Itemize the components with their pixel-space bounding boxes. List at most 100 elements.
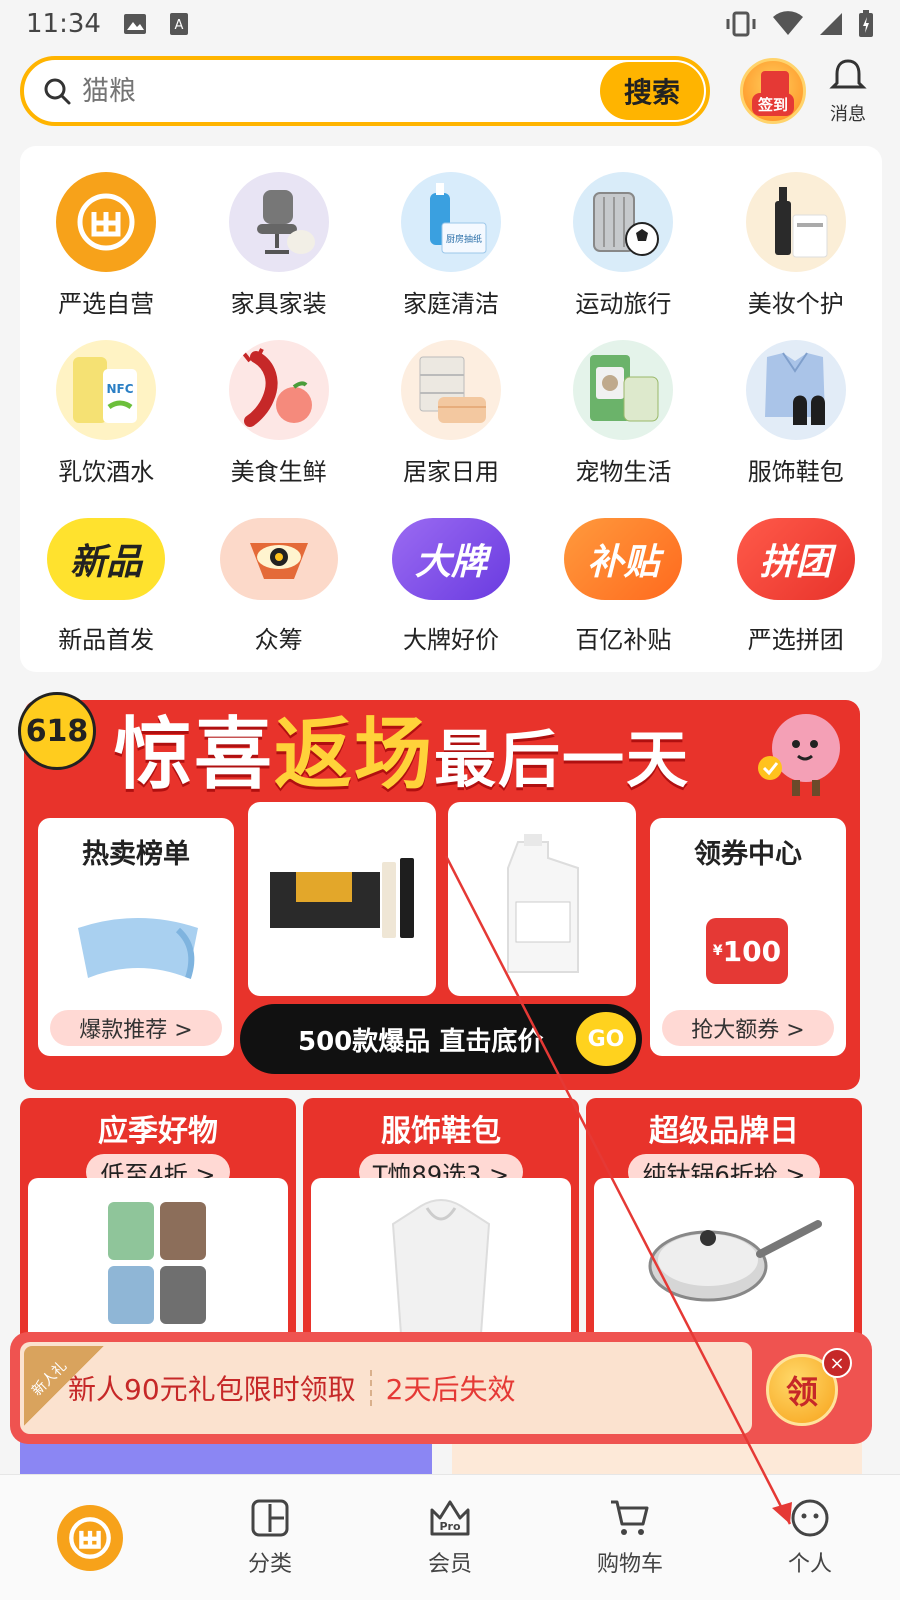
category-sports[interactable]: 运动旅行: [537, 172, 709, 340]
category-yanxuan[interactable]: 严选自营: [20, 172, 192, 340]
message-button[interactable]: 消息: [820, 56, 876, 126]
search-box[interactable]: 搜索: [20, 56, 710, 126]
hot-recommend-button[interactable]: 爆款推荐 >: [50, 1010, 222, 1046]
category-card: 严选自营 家具家装 厨房抽纸 家庭清洁 运动旅行 美妆个护 NFC 乳饮酒水 美…: [20, 146, 882, 672]
tab-member[interactable]: Pro 会员: [360, 1475, 540, 1600]
category-label: 新品首发: [58, 626, 155, 654]
chair-icon: [228, 172, 329, 272]
seasonal-goods-body: [28, 1178, 288, 1358]
seasonal-goods-title: 应季好物: [98, 1114, 218, 1149]
group-buy-badge-icon: 拼团: [736, 518, 855, 600]
category-crowdfunding[interactable]: 众筹: [192, 508, 364, 676]
tea-canisters-icon: [108, 1202, 206, 1324]
big-brand-badge-icon: 大牌: [391, 518, 510, 600]
search-row: 搜索 签到 消息: [20, 56, 880, 126]
frying-pan-icon: [648, 1220, 822, 1302]
font-icon: A: [169, 13, 188, 35]
category-pet[interactable]: 宠物生活: [537, 340, 709, 508]
pet-food-icon: [573, 340, 674, 440]
go-bar[interactable]: 500款爆品 直击底价 GO: [240, 1004, 642, 1074]
lobster-peach-icon: [228, 340, 329, 440]
category-home-daily[interactable]: 居家日用: [365, 340, 537, 508]
svg-text:Pro: Pro: [439, 1520, 460, 1533]
search-icon: [44, 78, 71, 105]
image-icon: [123, 14, 146, 34]
signin-button[interactable]: 签到: [740, 58, 806, 124]
category-icon: [251, 1499, 289, 1536]
detergent-bottle-icon: [507, 834, 579, 973]
shirt-shoes-icon: [745, 340, 846, 440]
new-user-ribbon: 新人礼: [24, 1346, 104, 1426]
suitcase-ball-icon: [573, 172, 674, 272]
tab-home[interactable]: [0, 1475, 180, 1600]
yanxuan-logo-icon: [56, 172, 157, 272]
category-cleaning[interactable]: 厨房抽纸 家庭清洁: [365, 172, 537, 340]
drink-icon: NFC: [56, 340, 157, 440]
super-brand-day-banner[interactable]: 超级品牌日 纯钛锅6折抢 >: [586, 1098, 862, 1358]
coupon-center-title: 领券中心: [694, 839, 802, 870]
category-label: 众筹: [254, 626, 303, 654]
next-section-strip: [452, 1440, 862, 1474]
status-time: 11:34: [26, 9, 101, 39]
close-icon[interactable]: ×: [822, 1348, 852, 1378]
divider: [369, 1370, 372, 1406]
category-label: 美妆个护: [747, 290, 844, 318]
product-card-detergent[interactable]: [448, 802, 636, 996]
status-bar: 11:34 A: [0, 0, 900, 48]
category-fresh-food[interactable]: 美食生鲜: [192, 340, 364, 508]
badge-618: 618: [18, 692, 96, 770]
new-user-gift-bar[interactable]: 新人90元礼包限时领取 2天后失效 新人礼 领 ×: [10, 1332, 872, 1444]
super-brand-day-title: 超级品牌日: [649, 1114, 799, 1149]
bell-icon: [829, 59, 867, 89]
coupon-center-card[interactable]: 领券中心 ¥100 抢大额券 >: [650, 818, 846, 1056]
new-user-gift-inner: 新人90元礼包限时领取 2天后失效: [20, 1342, 752, 1434]
seasonal-goods-banner[interactable]: 应季好物 低至4折 >: [20, 1098, 296, 1358]
blanket-icon: [78, 918, 198, 979]
cart-icon: [611, 1500, 649, 1535]
category-apparel[interactable]: 服饰鞋包: [710, 340, 882, 508]
tab-profile[interactable]: 个人: [720, 1475, 900, 1600]
product-card-ginseng[interactable]: [248, 802, 436, 996]
vibrate-icon: [726, 11, 756, 37]
super-brand-day-body: [594, 1178, 854, 1358]
hot-ranking-card[interactable]: 热卖榜单 爆款推荐 >: [38, 818, 234, 1056]
category-drinks[interactable]: NFC 乳饮酒水: [20, 340, 192, 508]
category-subsidy[interactable]: 补贴 百亿补贴: [537, 508, 709, 676]
category-group-buy[interactable]: 拼团 严选拼团: [710, 508, 882, 676]
pro-member-icon: Pro: [430, 1500, 470, 1535]
coupon-icon: ¥100: [706, 918, 788, 984]
category-label: 宠物生活: [575, 458, 672, 486]
apparel-banner[interactable]: 服饰鞋包 T恤89选3 >: [303, 1098, 579, 1358]
mascot-icon: [758, 714, 840, 796]
category-label: 严选自营: [58, 290, 155, 318]
svg-text:NFC: NFC: [107, 382, 134, 396]
eye-shield-icon: [219, 518, 338, 600]
go-button[interactable]: GO: [576, 1012, 636, 1066]
svg-text:厨房抽纸: 厨房抽纸: [446, 233, 482, 245]
grab-coupon-button[interactable]: 抢大额券 >: [662, 1010, 834, 1046]
tab-category[interactable]: 分类: [180, 1475, 360, 1600]
category-label: 居家日用: [402, 458, 499, 486]
svg-text:A: A: [174, 18, 183, 33]
tab-label: 个人: [787, 1551, 832, 1577]
category-label: 服饰鞋包: [747, 458, 844, 486]
hot-ranking-title: 热卖榜单: [82, 839, 190, 870]
search-button[interactable]: 搜索: [600, 62, 704, 120]
category-beauty[interactable]: 美妆个护: [710, 172, 882, 340]
subsidy-badge-icon: 补贴: [564, 518, 683, 600]
signal-icon: [820, 13, 842, 35]
category-furniture[interactable]: 家具家装: [192, 172, 364, 340]
profile-icon: [791, 1499, 829, 1536]
category-label: 严选拼团: [747, 626, 844, 654]
apparel-body: [311, 1178, 571, 1358]
category-label: 家庭清洁: [402, 290, 499, 318]
cosmetics-icon: [745, 172, 846, 272]
tab-cart[interactable]: 购物车: [540, 1475, 720, 1600]
category-label: 运动旅行: [575, 290, 672, 318]
go-bar-text: 500款爆品 直击底价: [298, 1026, 544, 1057]
apparel-title: 服饰鞋包: [381, 1114, 501, 1149]
message-label: 消息: [830, 104, 866, 125]
ginseng-gift-box-icon: [270, 858, 414, 938]
category-new-arrivals[interactable]: 新品 新品首发: [20, 508, 192, 676]
category-big-brand[interactable]: 大牌 大牌好价: [365, 508, 537, 676]
